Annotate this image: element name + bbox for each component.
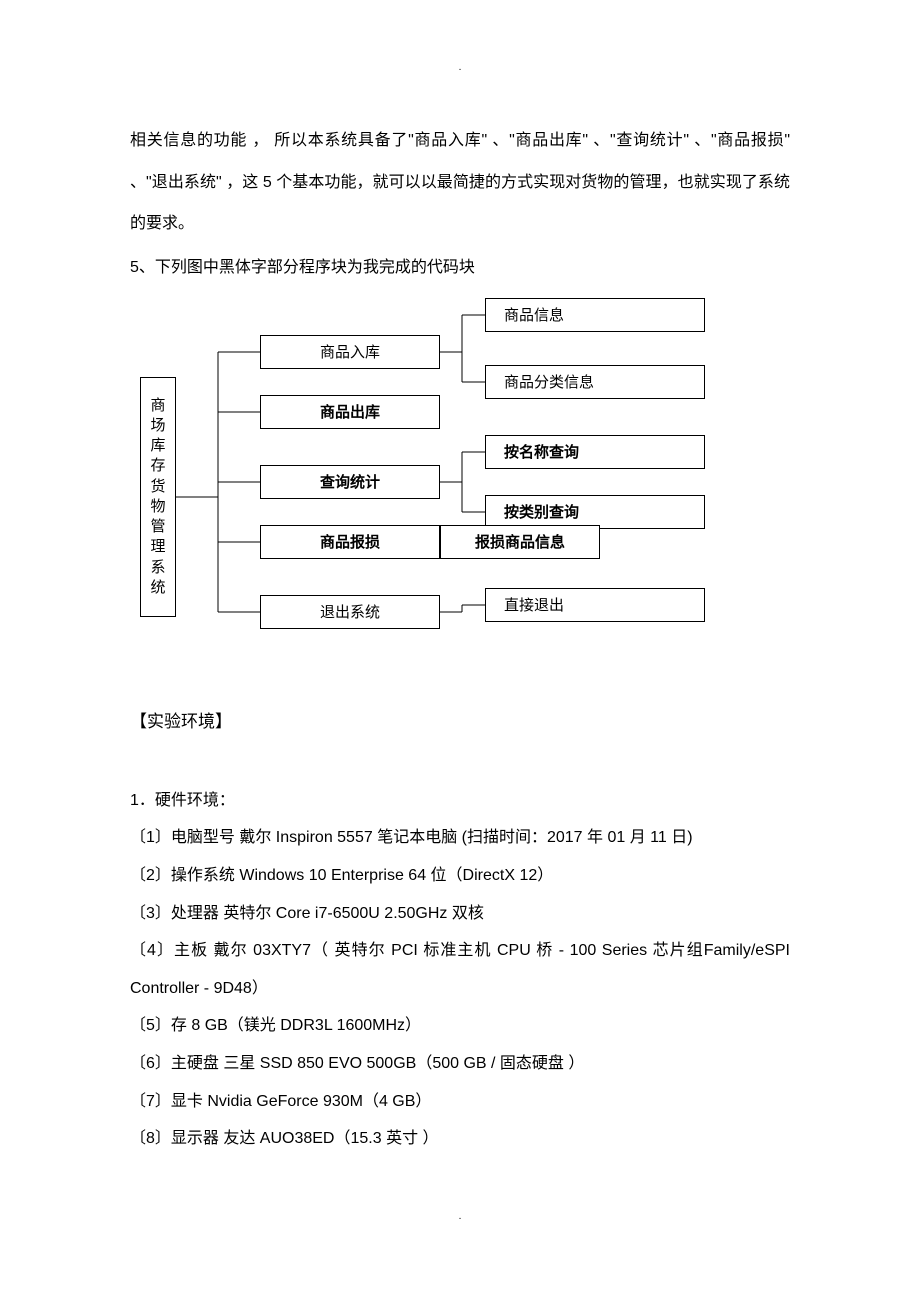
diagram-leaf-exit: 直接退出 — [485, 588, 705, 622]
diagram-mid-1: 商品出库 — [260, 395, 440, 429]
diagram-leaf-info: 商品信息 — [485, 298, 705, 332]
system-diagram: 商场库存货物管理系统 商品入库 商品出库 查询统计 商品报损 退出系统 商品信息… — [130, 297, 790, 637]
top-mark: . — [459, 62, 462, 73]
env-item: 〔5〕存 8 GB（镁光 DDR3L 1600MHz） — [130, 1007, 790, 1045]
env-list: 1．硬件环境： 〔1〕电脑型号 戴尔 Inspiron 5557 笔记本电脑 (… — [130, 782, 790, 1158]
intro-paragraph: 相关信息的功能 ， 所以本系统具备了"商品入库" 、"商品出库" 、"查询统计"… — [130, 120, 790, 245]
env-section-title: 【实验环境】 — [130, 707, 790, 732]
diagram-leaf-category: 商品分类信息 — [485, 365, 705, 399]
diagram-mid-4: 退出系统 — [260, 595, 440, 629]
diagram-leaf-query-name: 按名称查询 — [485, 435, 705, 469]
diagram-mid-2: 查询统计 — [260, 465, 440, 499]
diagram-mid-3: 商品报损 — [260, 525, 440, 559]
diagram-leaf-query-type: 按类别查询 — [485, 495, 705, 529]
env-item: 〔7〕显卡 Nvidia GeForce 930M（4 GB） — [130, 1083, 790, 1121]
diagram-mid-0: 商品入库 — [260, 335, 440, 369]
diagram-leaf-damage: 报损商品信息 — [440, 525, 600, 559]
env-item: 〔8〕显示器 友达 AUO38ED（15.3 英寸 ） — [130, 1120, 790, 1158]
document-page: . 相关信息的功能 ， 所以本系统具备了"商品入库" 、"商品出库" 、"查询统… — [0, 0, 920, 1302]
env-item: 〔2〕操作系统 Windows 10 Enterprise 64 位（Direc… — [130, 857, 790, 895]
env-item: 〔3〕处理器 英特尔 Core i7-6500U 2.50GHz 双核 — [130, 895, 790, 933]
env-item: 〔6〕主硬盘 三星 SSD 850 EVO 500GB（500 GB / 固态硬… — [130, 1045, 790, 1083]
diagram-root-label: 商场库存货物管理系统 — [150, 396, 165, 599]
bottom-mark: . — [459, 1211, 462, 1222]
env-item: 〔1〕电脑型号 戴尔 Inspiron 5557 笔记本电脑 (扫描时间：201… — [130, 819, 790, 857]
env-header: 1．硬件环境： — [130, 782, 790, 820]
diagram-root: 商场库存货物管理系统 — [140, 377, 176, 617]
env-item: 〔4〕主板 戴尔 03XTY7（ 英特尔 PCI 标准主机 CPU 桥 - 10… — [130, 932, 790, 1007]
heading-5: 5、下列图中黑体字部分程序块为我完成的代码块 — [130, 253, 790, 277]
